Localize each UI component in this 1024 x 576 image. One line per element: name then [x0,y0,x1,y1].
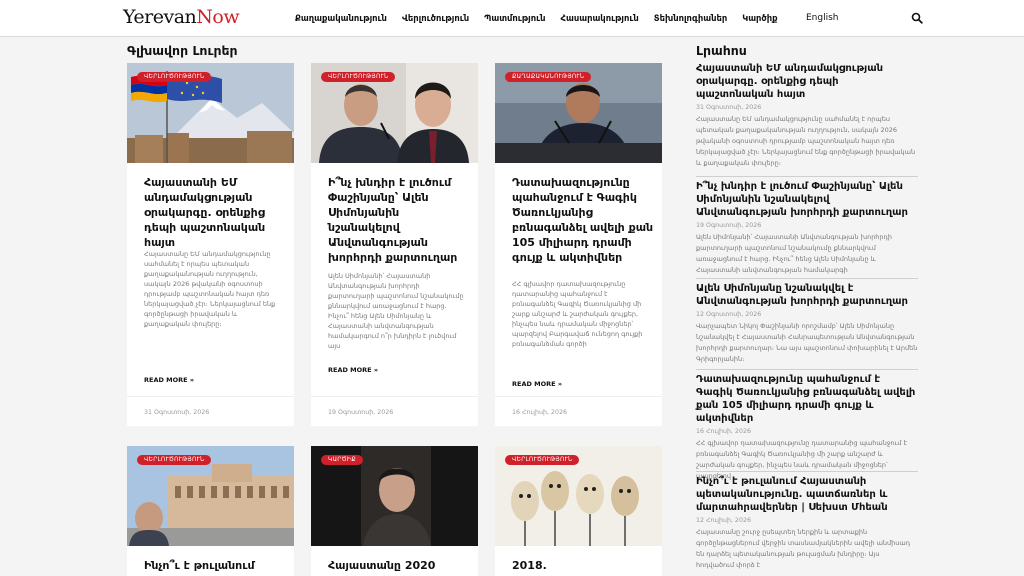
card-image-video-speaker[interactable]: ԿԱՐԾԻՔ [311,446,478,546]
sidebar-news-item[interactable]: Ի՞նչ խնդիր է լուծում Փաշինյանը՝ Ալեն Սիմ… [696,180,918,276]
card-divider [127,396,294,397]
card-date: 31 Օգոստոսի, 2026 [144,409,210,416]
card-title[interactable]: Հայաստանի ԵՄ անդամակցության օրակարգը. օր… [144,175,286,250]
sidebar-divider [696,176,918,177]
read-more-link[interactable]: READ MORE » [144,376,194,384]
sidebar-item-excerpt: Ալեն Սիմոնյանի՝ Հայաստանի Անվտանգության … [696,233,892,274]
read-more-link[interactable]: READ MORE » [328,366,378,374]
site-logo[interactable]: YerevanNow [123,6,240,28]
news-card[interactable]: ՎԵՐԼՈՒԾՈՒԹՅՈՒՆ Հայաստանի ԵՄ անդամակցությ… [127,63,294,426]
site-header: YerevanNow Քաղաքականություն Վերլուծությո… [0,0,1024,37]
sidebar-item-title[interactable]: Հայաստանի ԵՄ անդամակցության օրակարգը. օր… [696,62,918,101]
category-badge[interactable]: ՎԵՐԼՈՒԾՈՒԹՅՈՒՆ [137,72,212,82]
news-card[interactable]: ՎԵՐԼՈՒԾՈՒԹՅՈՒՆ Ինչո՞ւ է թուլանում Հայաստ… [127,446,294,576]
card-title[interactable]: 2018. [512,558,654,573]
sidebar-news-item[interactable]: Ինչո՞ւ է թուլանում Հայաստանի պետականությ… [696,475,918,571]
sidebar-item-excerpt: Հայաստանը շուրջ ըսեպտեղ ներքին և արտաքին… [696,528,911,569]
nav-item-history[interactable]: Պատմություն [484,13,545,23]
card-image-eu-flags[interactable]: ՎԵՐԼՈՒԾՈՒԹՅՈՒՆ [127,63,294,163]
sidebar-item-title[interactable]: Ալեն Սիմոնյանը նշանակվել է Անվտանգության… [696,282,918,308]
logo-text-yerevan: Yerevan [123,6,197,28]
sidebar-item-date: 12 Օգոստոսի, 2026 [696,311,762,318]
category-badge[interactable]: ԿԱՐԾԻՔ [321,455,363,465]
section-title-top-news: Գլխավոր Լուրեր [127,43,238,58]
news-card[interactable]: ՎԵՐԼՈՒԾՈՒԹՅՈՒՆ 2018. [495,446,662,576]
language-switch[interactable]: English [806,13,839,23]
read-more-link[interactable]: READ MORE » [512,380,562,388]
news-card[interactable]: ԿԱՐԾԻՔ Հայաստանը 2020 [311,446,478,576]
sidebar-news-item[interactable]: Հայաստանի ԵՄ անդամակցության օրակարգը. օր… [696,62,918,169]
card-title[interactable]: Հայաստանը 2020 [328,558,470,573]
sidebar-item-date: 16 Հուլիսի, 2026 [696,428,751,435]
sidebar-divider [696,369,918,370]
nav-item-opinion[interactable]: Կարծիք [742,13,777,23]
card-image-masks-cartoon[interactable]: ՎԵՐԼՈՒԾՈՒԹՅՈՒՆ [495,446,662,546]
card-title[interactable]: Ինչո՞ւ է թուլանում Հայաստանի [144,558,286,576]
sidebar-item-title[interactable]: Դատախազությունը պահանջում է Գագիկ Ծառուկ… [696,373,918,425]
news-card[interactable]: ՔԱՂԱՔԱԿԱՆՈՒԹՅՈՒՆ Դատախազությունը պահանջո… [495,63,662,426]
main-nav: Քաղաքականություն Վերլուծություն Պատմությ… [295,13,793,23]
search-icon[interactable] [911,12,923,24]
sidebar-item-date: 12 Հուլիսի, 2026 [696,517,751,524]
sidebar-item-excerpt: Հայաստանը ԵՄ անդամակցությունը սահմանել է… [696,115,916,167]
sidebar-item-date: 31 Օգոստոսի, 2026 [696,104,762,111]
card-excerpt: Հայաստանը ԵՄ անդամակցությունը սահմանել է… [144,250,276,328]
sidebar-item-title[interactable]: Ինչո՞ւ է թուլանում Հայաստանի պետականությ… [696,475,918,514]
sidebar-item-title[interactable]: Ի՞նչ խնդիր է լուծում Փաշինյանը՝ Ալեն Սիմ… [696,180,918,219]
nav-item-society[interactable]: Հասարակություն [561,13,639,23]
sidebar-news-item[interactable]: Դատախազությունը պահանջում է Գագիկ Ծառուկ… [696,373,918,482]
news-card[interactable]: ՎԵՐԼՈՒԾՈՒԹՅՈՒՆ Ի՞նչ խնդիր է լուծում Փաշի… [311,63,478,426]
category-badge[interactable]: ՔԱՂԱՔԱԿԱՆՈՒԹՅՈՒՆ [505,72,592,82]
card-image-government-building[interactable]: ՎԵՐԼՈՒԾՈՒԹՅՈՒՆ [127,446,294,546]
card-divider [311,396,478,397]
card-date: 16 Հուլիսի, 2026 [512,409,567,416]
card-excerpt: ՀՀ գլխավոր դատախազությունը դատարանից պահ… [512,280,643,348]
sidebar-title-newsfeed: Լրահոս [696,43,747,58]
nav-item-politics[interactable]: Քաղաքականություն [295,13,387,23]
card-excerpt: Ալեն Սիմոնյանի՝ Հայաստանի Անվտանգության … [328,272,464,350]
logo-text-now: Now [196,6,240,28]
sidebar-divider [696,471,918,472]
card-title[interactable]: Ի՞նչ խնդիր է լուծում Փաշինյանը՝ Ալեն Սիմ… [328,175,470,265]
card-date: 19 Օգոստոսի, 2026 [328,409,394,416]
sidebar-item-excerpt: Վարչապետ Նիկոլ Փաշինյանի որոշմամբ՝ Ալեն … [696,322,918,363]
sidebar-divider [696,278,918,279]
category-badge[interactable]: ՎԵՐԼՈՒԾՈՒԹՅՈՒՆ [505,455,580,465]
sidebar-item-date: 19 Օգոստոսի, 2026 [696,222,762,229]
card-image-speaker[interactable]: ՔԱՂԱՔԱԿԱՆՈՒԹՅՈՒՆ [495,63,662,163]
category-badge[interactable]: ՎԵՐԼՈՒԾՈՒԹՅՈՒՆ [137,455,212,465]
sidebar-news-item[interactable]: Ալեն Սիմոնյանը նշանակվել է Անվտանգության… [696,282,918,365]
nav-item-analysis[interactable]: Վերլուծություն [402,13,469,23]
card-divider [495,396,662,397]
nav-item-technology[interactable]: Տեխնոլոգիաներ [654,13,727,23]
category-badge[interactable]: ՎԵՐԼՈՒԾՈՒԹՅՈՒՆ [321,72,396,82]
card-title[interactable]: Դատախազությունը պահանջում է Գագիկ Ծառուկ… [512,175,654,265]
card-image-two-politicians[interactable]: ՎԵՐԼՈՒԾՈՒԹՅՈՒՆ [311,63,478,163]
